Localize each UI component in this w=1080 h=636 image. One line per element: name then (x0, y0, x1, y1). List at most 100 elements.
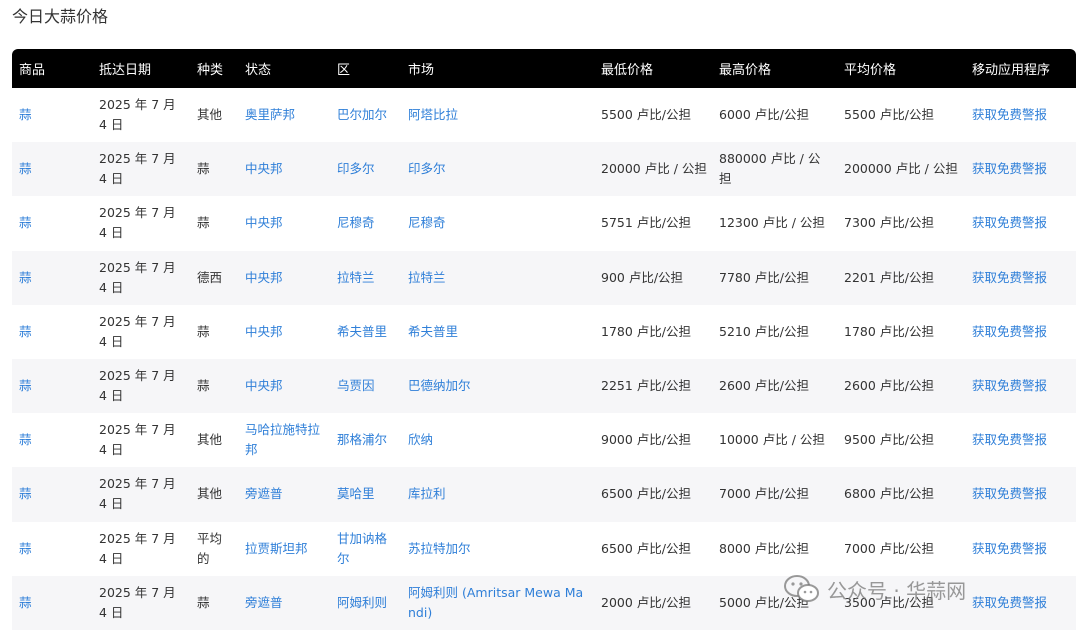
cell-state-text[interactable]: 中央邦 (245, 378, 283, 393)
cell-commodity-text[interactable]: 蒜 (19, 378, 32, 393)
cell-market: 欣纳 (402, 413, 595, 467)
table-body: 蒜 2025 年 7 月 4 日其他 奥里萨邦 巴尔加尔 阿塔比拉 5500 卢比/公担 6… (12, 88, 1076, 630)
cell-max-price: 8000 卢比/公担 (713, 522, 838, 576)
cell-state-text[interactable]: 拉贾斯坦邦 (245, 541, 308, 556)
cell-max-price-text: 2600 卢比/公担 (719, 378, 809, 394)
cell-max-price: 12300 卢比 / 公担 (713, 196, 838, 250)
cell-date-text: 2025 年 7 月 4 日 (99, 97, 176, 133)
cell-commodity-text[interactable]: 蒜 (19, 270, 32, 285)
cell-district-text[interactable]: 拉特兰 (337, 270, 375, 285)
cell-district: 阿姆利则 (331, 575, 402, 630)
cell-district-text[interactable]: 尼穆奇 (337, 215, 375, 230)
cell-district-text[interactable]: 那格浦尔 (337, 432, 387, 447)
table-header-row: 商品 抵达日期 种类 状态 区 市场 最低价格 最高价格 平均价格 移动应用程序 (12, 49, 1076, 88)
cell-district-text[interactable]: 希夫普里 (337, 324, 387, 339)
cell-date: 2025 年 7 月 4 日 (93, 413, 191, 467)
table-row: 蒜 2025 年 7 月 4 日 蒜 中央邦 尼穆奇 尼穆奇 5751 卢比/公担 12300… (12, 196, 1076, 250)
cell-max-price: 7000 卢比/公担 (713, 467, 838, 522)
cell-date: 2025 年 7 月 4 日 (93, 358, 191, 414)
table-row: 蒜 2025 年 7 月 4 日 德西 中央邦 拉特兰 拉特兰 900 卢比/公担 7780 … (12, 250, 1076, 305)
cell-state-text[interactable]: 旁遮普 (245, 486, 283, 501)
cell-market-text[interactable]: 阿姆利则 (Amritsar Mewa Mandi) (408, 585, 583, 620)
cell-date-text: 2025 年 7 月 4 日 (99, 368, 176, 404)
cell-avg-price: 7300 卢比/公担 (838, 196, 966, 250)
cell-state-text[interactable]: 旁遮普 (245, 595, 283, 610)
cell-state-text[interactable]: 中央邦 (245, 161, 283, 176)
cell-market-text[interactable]: 尼穆奇 (408, 215, 446, 230)
cell-state-text[interactable]: 马哈拉施特拉邦 (245, 422, 320, 457)
cell-get-alerts-link-text[interactable]: 获取免费警报 (972, 215, 1047, 230)
cell-date-text: 2025 年 7 月 4 日 (99, 205, 176, 241)
cell-date: 2025 年 7 月 4 日 (93, 575, 191, 630)
cell-get-alerts-link-text[interactable]: 获取免费警报 (972, 595, 1047, 610)
cell-commodity: 蒜 (12, 467, 93, 522)
cell-get-alerts-link-text[interactable]: 获取免费警报 (972, 324, 1047, 339)
cell-district-text[interactable]: 印多尔 (337, 161, 375, 176)
cell-state-text[interactable]: 中央邦 (245, 215, 283, 230)
cell-date: 2025 年 7 月 4 日 (93, 196, 191, 250)
cell-market-text[interactable]: 苏拉特加尔 (408, 541, 471, 556)
cell-get-alerts-link-text[interactable]: 获取免费警报 (972, 486, 1047, 501)
col-header-avg-price: 平均价格 (838, 49, 966, 88)
table-row: 蒜 2025 年 7 月 4 日 蒜 中央邦 乌贾因 巴德纳加尔 2251 卢比/公担 260… (12, 358, 1076, 414)
cell-min-price-text: 5751 卢比/公担 (601, 215, 691, 231)
cell-market: 阿塔比拉 (402, 88, 595, 142)
cell-commodity-text[interactable]: 蒜 (19, 541, 32, 556)
cell-avg-price-text: 6800 卢比/公担 (844, 486, 934, 502)
cell-state-text[interactable]: 中央邦 (245, 324, 283, 339)
cell-get-alerts-link: 获取免费警报 (966, 88, 1076, 142)
cell-state-text[interactable]: 中央邦 (245, 270, 283, 285)
cell-market-text[interactable]: 阿塔比拉 (408, 107, 458, 122)
cell-district-text[interactable]: 莫哈里 (337, 486, 375, 501)
cell-commodity-text[interactable]: 蒜 (19, 161, 32, 176)
cell-commodity-text[interactable]: 蒜 (19, 215, 32, 230)
cell-get-alerts-link: 获取免费警报 (966, 305, 1076, 359)
cell-date: 2025 年 7 月 4 日 (93, 142, 191, 197)
cell-market: 希夫普里 (402, 305, 595, 359)
cell-market-text[interactable]: 拉特兰 (408, 270, 446, 285)
cell-get-alerts-link-text[interactable]: 获取免费警报 (972, 378, 1047, 393)
cell-date: 2025 年 7 月 4 日 (93, 88, 191, 142)
cell-state-text[interactable]: 奥里萨邦 (245, 107, 295, 122)
cell-min-price-text: 1780 卢比/公担 (601, 323, 691, 339)
cell-commodity-text[interactable]: 蒜 (19, 107, 32, 122)
cell-variety-text: 平均的 (197, 530, 223, 566)
cell-district: 乌贾因 (331, 358, 402, 414)
cell-commodity-text[interactable]: 蒜 (19, 324, 32, 339)
cell-get-alerts-link-text[interactable]: 获取免费警报 (972, 161, 1047, 176)
col-header-min-price: 最低价格 (595, 49, 713, 88)
cell-get-alerts-link-text[interactable]: 获取免费警报 (972, 541, 1047, 556)
cell-avg-price: 1780 卢比/公担 (838, 305, 966, 359)
cell-max-price-text: 6000 卢比/公担 (719, 107, 809, 123)
cell-commodity-text[interactable]: 蒜 (19, 595, 32, 610)
cell-commodity: 蒜 (12, 142, 93, 197)
price-table: 商品 抵达日期 种类 状态 区 市场 最低价格 最高价格 平均价格 移动应用程序… (12, 49, 1076, 630)
cell-variety-text: 德西 (197, 269, 223, 285)
cell-get-alerts-link: 获取免费警报 (966, 142, 1076, 197)
cell-variety: 蒜 (191, 196, 239, 250)
cell-market-text[interactable]: 巴德纳加尔 (408, 378, 471, 393)
cell-market-text[interactable]: 希夫普里 (408, 324, 458, 339)
cell-min-price: 6500 卢比/公担 (595, 522, 713, 576)
cell-get-alerts-link-text[interactable]: 获取免费警报 (972, 432, 1047, 447)
cell-market-text[interactable]: 印多尔 (408, 161, 446, 176)
cell-district-text[interactable]: 乌贾因 (337, 378, 375, 393)
cell-get-alerts-link-text[interactable]: 获取免费警报 (972, 107, 1047, 122)
cell-district: 希夫普里 (331, 305, 402, 359)
cell-district-text[interactable]: 阿姆利则 (337, 595, 387, 610)
cell-district-text[interactable]: 甘加讷格尔 (337, 531, 387, 566)
cell-get-alerts-link-text[interactable]: 获取免费警报 (972, 270, 1047, 285)
cell-market-text[interactable]: 库拉利 (408, 486, 446, 501)
cell-variety-text: 其他 (197, 432, 223, 448)
cell-variety-text: 其他 (197, 107, 223, 123)
cell-max-price: 7780 卢比/公担 (713, 250, 838, 305)
cell-district: 那格浦尔 (331, 413, 402, 467)
cell-market-text[interactable]: 欣纳 (408, 432, 433, 447)
cell-district-text[interactable]: 巴尔加尔 (337, 107, 387, 122)
cell-variety-text: 蒜 (197, 161, 210, 177)
cell-commodity-text[interactable]: 蒜 (19, 486, 32, 501)
cell-max-price-text: 880000 卢比 / 公担 (719, 151, 821, 187)
cell-commodity-text[interactable]: 蒜 (19, 432, 32, 447)
cell-max-price: 5000 卢比/公担 (713, 575, 838, 630)
cell-avg-price: 200000 卢比 / 公担 (838, 142, 966, 197)
